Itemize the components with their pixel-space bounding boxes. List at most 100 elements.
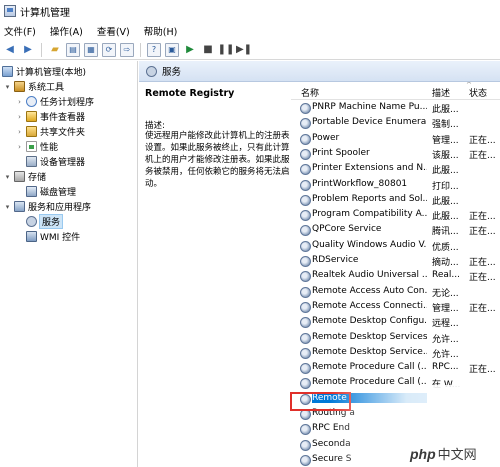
tree-item-storage[interactable]: ▾ 存储 [4,169,46,184]
service-description-cell: 允许... [432,334,459,345]
service-description-cell: 远程... [432,319,459,330]
service-description-cell: 此服... [432,212,459,223]
chevron-right-icon[interactable]: › [16,98,23,106]
service-name-cell: Remote Desktop Service... [312,346,427,357]
menu-file[interactable]: 文件(F) [4,24,36,38]
service-name-cell: Remote Access Auto Con... [312,285,427,296]
service-row[interactable]: Program Compatibility A... 此服... 正在... [291,208,500,223]
stop-icon[interactable]: ■ [201,43,215,57]
service-status-cell: 正在... [469,273,496,284]
service-description-cell: Real... [432,270,460,281]
column-header-status[interactable]: 状态 [469,86,487,99]
service-row[interactable]: RDService 摘动... 正在... [291,254,500,269]
tree-item-system-tools[interactable]: ▾ 系统工具 [4,79,64,94]
forward-arrow-icon[interactable]: ▶ [21,43,35,57]
pause-icon[interactable]: ❚❚ [218,43,235,57]
gear-icon [300,164,311,176]
service-description-cell: 此服... [432,196,459,207]
service-row[interactable]: Portable Device Enumera... 强制... [291,116,500,131]
service-row[interactable]: Quality Windows Audio V... 优质... [291,239,500,254]
back-arrow-icon[interactable]: ◀ [3,43,17,57]
gear-icon [300,317,311,329]
help-icon[interactable]: ? [147,42,161,57]
gear-icon [300,103,311,114]
service-row[interactable]: Remote Access Auto Con... 无论... [291,285,500,300]
tree-item-root[interactable]: 计算机管理(本地) [2,64,86,79]
service-name-cell: Remote Desktop Configu... [312,316,427,327]
service-row[interactable]: RPC End [291,422,500,437]
service-row[interactable]: PNRP Machine Name Pu... 此服... [291,101,500,116]
service-name-cell: Power [312,132,340,143]
service-row[interactable]: Remote Desktop Services 允许... [291,331,500,346]
column-header-name[interactable]: 名称 [301,86,319,99]
tree-item-shared-folders[interactable]: › 共享文件夹 [16,124,85,139]
tree-item-services-apps[interactable]: ▾ 服务和应用程序 [4,199,91,214]
service-row[interactable]: Print Spooler 该服... 正在... [291,147,500,162]
play-icon[interactable]: ▶ [183,43,197,57]
menu-view[interactable]: 查看(V) [97,24,130,38]
tree-label: 任务计划程序 [40,98,95,108]
gear-icon [26,216,37,227]
service-name-cell: Remote Procedure Call (... [312,362,427,373]
menu-action[interactable]: 操作(A) [50,24,83,38]
console-tree: 计算机管理(本地) ▾ 系统工具 › 任务计划程序 › 事件查看器 › 共享文件… [0,61,138,467]
refresh-icon[interactable]: ⟳ [102,42,116,57]
gear-icon [300,424,311,436]
tree-label: 磁盘管理 [40,188,77,198]
gear-icon [300,118,311,130]
gear-icon [300,301,311,313]
tree-label: 系统工具 [28,83,65,93]
service-name-cell: PNRP Machine Name Pu... [312,102,427,112]
mmc-icon[interactable]: ▣ [165,42,179,57]
tree-item-disk-management[interactable]: 磁盘管理 [26,184,76,199]
chevron-right-icon[interactable]: › [16,143,23,151]
service-description-cell: 此服... [432,166,459,177]
show-tree-icon[interactable]: ▤ [66,42,80,57]
tree-item-services[interactable]: 服务 [26,214,64,229]
tree-item-task-scheduler[interactable]: › 任务计划程序 [16,94,94,109]
service-row[interactable]: Remote Procedure Call (... RPC... 正在... [291,361,500,376]
service-status-cell: 正在... [469,365,496,376]
up-folder-icon[interactable]: ▰ [48,43,62,57]
column-header-description[interactable]: 描述 [432,86,450,99]
service-row[interactable]: Remote Procedure Call (... 在 W... [291,376,500,391]
description-text: 使远程用户能修改此计算机上的注册表设置。如果此服务被终止，只有此计算机上的用户才… [145,131,290,189]
service-name-cell: RPC End [312,423,350,434]
export-list-icon[interactable]: ⇨ [120,42,134,57]
tree-item-device-manager[interactable]: 设备管理器 [26,154,85,169]
service-row[interactable]: PrintWorkflow_80801 打印... [291,178,500,193]
service-row[interactable]: Power 管理... 正在... [291,132,500,147]
service-row[interactable]: Realtek Audio Universal ... Real... 正在... [291,269,500,284]
chevron-right-icon[interactable]: › [16,128,23,136]
tree-item-performance[interactable]: › 性能 [16,139,58,154]
tree-label: 事件查看器 [40,113,86,123]
restart-icon[interactable]: ▶❚ [236,43,252,57]
service-name-cell: RDService [312,255,359,265]
gear-icon [300,271,311,283]
service-row[interactable]: QPCore Service 腾讯... 正在... [291,223,500,238]
chevron-down-icon[interactable]: ▾ [4,203,11,211]
tree-item-event-viewer[interactable]: › 事件查看器 [16,109,85,124]
service-row[interactable]: Remote Desktop Configu... 远程... [291,315,500,330]
shared-folder-icon [26,126,37,137]
service-row[interactable]: Problem Reports and Sol... 此服... [291,193,500,208]
list-header: ^ 名称 描述 状态 [291,82,500,100]
chevron-down-icon[interactable]: ▾ [4,83,11,91]
gear-icon [300,225,311,237]
gear-icon [300,133,311,145]
watermark-text: 中文网 [437,448,477,463]
service-description-cell: 打印... [432,181,459,192]
menu-help[interactable]: 帮助(H) [144,24,178,38]
service-row[interactable]: Remote Access Connecti... 管理... 正在... [291,300,500,315]
chevron-down-icon[interactable]: ▾ [4,173,11,181]
service-name-cell: Portable Device Enumera... [312,117,427,128]
chevron-right-icon[interactable]: › [16,113,23,121]
performance-icon [26,141,37,152]
service-description-cell: 管理... [432,135,459,146]
service-row[interactable]: Remote Desktop Service... 允许... [291,346,500,361]
service-row[interactable]: Printer Extensions and N... 此服... [291,162,500,177]
properties-icon[interactable]: ▦ [84,42,98,57]
disk-management-icon [26,186,37,197]
gear-icon [300,454,311,466]
tree-item-wmi[interactable]: WMI 控件 [26,229,80,244]
